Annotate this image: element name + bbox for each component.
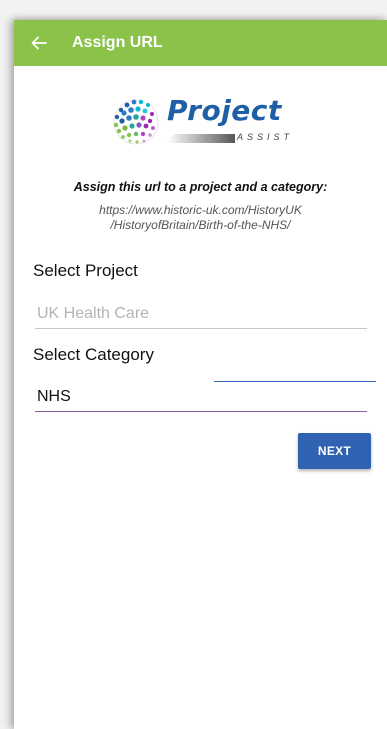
url-line-2: /HistoryofBritain/Birth-of-the-NHS/ — [110, 218, 291, 232]
select-category-label: Select Category — [33, 345, 154, 364]
url-line-1: https://www.historic-uk.com/HistoryUK — [99, 203, 302, 217]
app-bar: Assign URL — [14, 20, 387, 66]
assign-instruction: Assign this url to a project and a categ… — [73, 180, 328, 194]
assign-url-screen: Assign URL Project ASSIST Assign this ur… — [14, 20, 387, 729]
project-assist-logo: Project ASSIST — [109, 94, 309, 154]
globe-logo-icon — [113, 99, 159, 145]
select-project-label: Select Project — [33, 261, 138, 280]
page-title: Assign URL — [72, 34, 163, 51]
next-button[interactable]: NEXT — [298, 433, 371, 469]
category-input[interactable]: NHS — [35, 383, 367, 412]
logo-swoosh — [167, 134, 235, 143]
project-value: UK Health Care — [37, 305, 150, 322]
project-dropdown[interactable]: UK Health Care — [35, 300, 367, 329]
back-button[interactable] — [14, 20, 64, 66]
category-value: NHS — [37, 388, 71, 405]
url-display: https://www.historic-uk.com/HistoryUK /H… — [14, 203, 387, 233]
logo-subtitle: ASSIST — [237, 132, 294, 142]
logo-wordmark: Project — [167, 94, 282, 127]
arrow-left-icon — [31, 36, 47, 50]
divider-line — [214, 381, 376, 382]
